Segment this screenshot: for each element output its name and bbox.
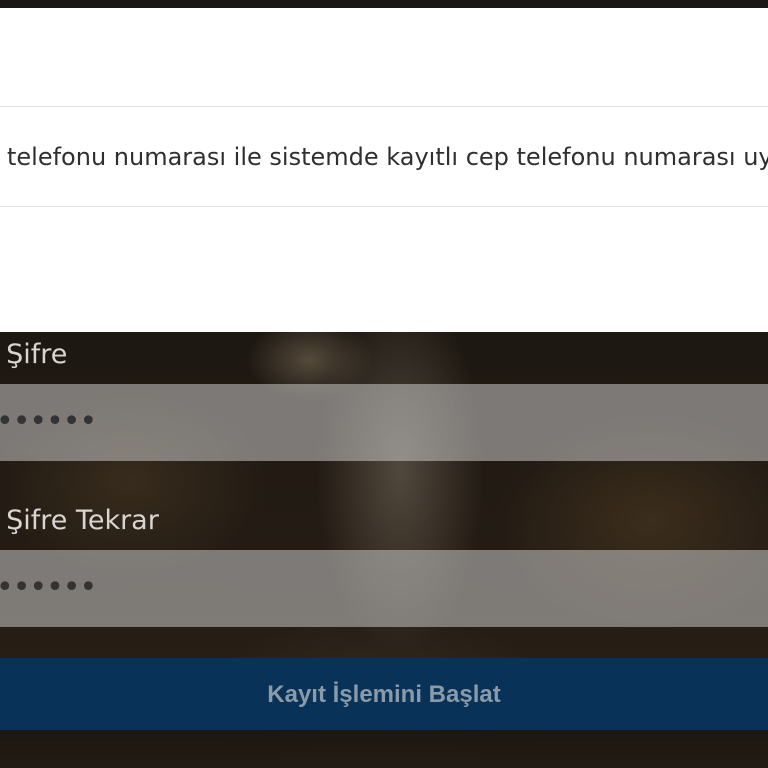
- password-repeat-masked-value: ••••••: [0, 570, 97, 605]
- divider: [0, 206, 768, 207]
- password-repeat-input[interactable]: ••••••: [0, 550, 768, 627]
- start-registration-button[interactable]: Kayıt İşlemini Başlat: [0, 658, 768, 730]
- top-strip: [0, 0, 768, 8]
- info-message-text: telefonu numarası ile sistemde kayıtlı c…: [7, 143, 768, 171]
- password-label: i Şifre: [0, 339, 68, 370]
- password-masked-value: ••••••: [0, 404, 97, 439]
- divider: [0, 106, 768, 107]
- registration-page: telefonu numarası ile sistemde kayıtlı c…: [0, 0, 768, 768]
- bottom-background: [0, 730, 768, 768]
- password-repeat-label: i Şifre Tekrar: [0, 505, 159, 536]
- info-message-panel: telefonu numarası ile sistemde kayıtlı c…: [0, 8, 768, 332]
- password-input[interactable]: ••••••: [0, 384, 768, 461]
